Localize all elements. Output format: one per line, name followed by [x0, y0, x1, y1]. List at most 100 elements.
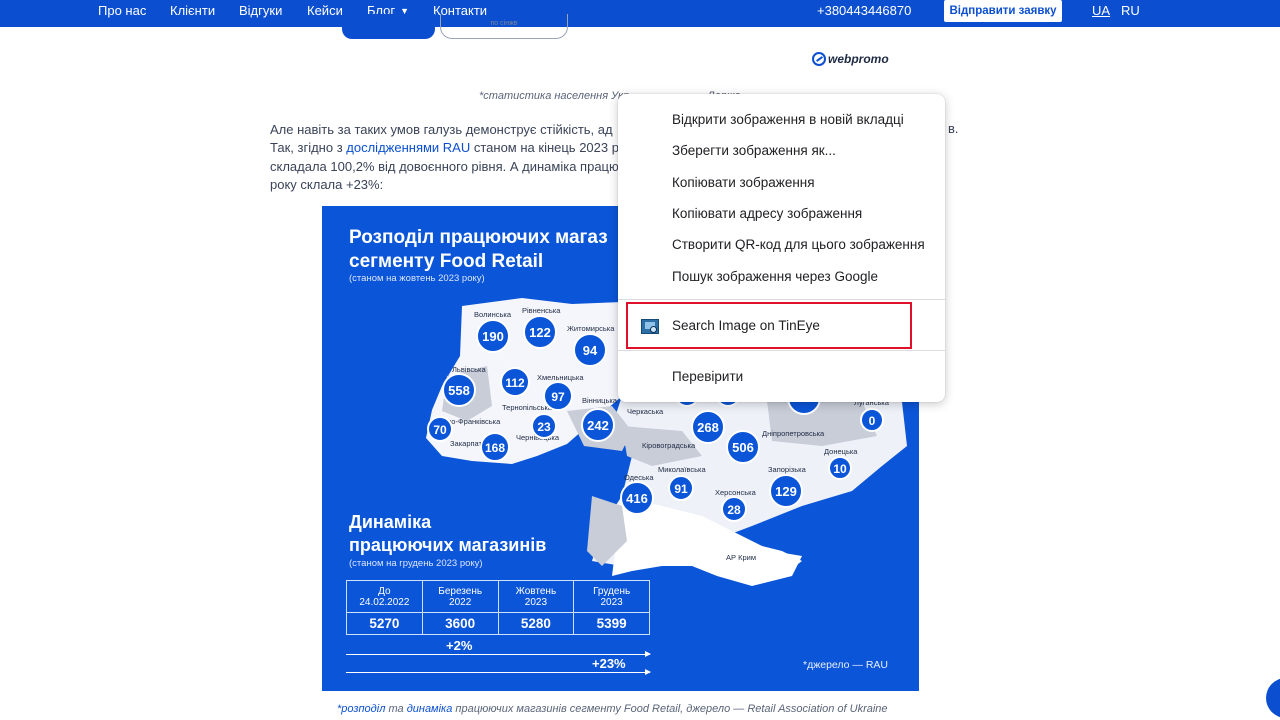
caption-text: працюючих магазинів сегменту Food Retail…: [452, 703, 888, 715]
table-header-cell: Жовтень 2023: [497, 580, 575, 613]
marker-zhytomyrska: 94: [573, 333, 607, 367]
marker-lvivska: 558: [442, 373, 476, 407]
table-cell: 5399: [573, 612, 650, 635]
rau-research-link[interactable]: дослідженнями RAU: [346, 140, 470, 155]
dynamics-link[interactable]: динаміка: [407, 703, 453, 715]
table-cell: 3600: [421, 612, 499, 635]
table-header-cell: До 24.02.2022: [346, 580, 423, 613]
marker-value: 242: [587, 418, 609, 433]
region-label: Дніпропетровська: [762, 429, 825, 438]
nav-about[interactable]: Про нас: [98, 3, 146, 18]
marker-value: 28: [727, 503, 741, 517]
table-header-row: До 24.02.2022 Березень 2022 Жовтень 2023 Гр…: [346, 580, 650, 613]
distribution-link[interactable]: *розподіл: [337, 703, 385, 715]
tineye-highlight-box: [626, 302, 912, 349]
dynamics-title-line: Динаміка: [349, 512, 432, 532]
marker-luhanska: 0: [860, 408, 884, 432]
marker-value: 91: [674, 482, 688, 496]
infographic-subtitle: (станом на жовтень 2023 року): [349, 273, 485, 284]
nav-cases[interactable]: Кейси: [307, 3, 343, 18]
region-label: Рівненська: [522, 306, 561, 315]
marker-khmelnytska: 97: [543, 381, 573, 411]
article-line-1-tail: в.: [948, 121, 959, 136]
marker-zakarpatska: 168: [480, 432, 510, 462]
table-row: 5270 3600 5280 5399: [346, 612, 650, 635]
marker-mykolaivska: 91: [668, 475, 694, 501]
infographic-caption: *розподіл та динаміка працюючих магазині…: [337, 703, 888, 715]
marker-value: 10: [833, 462, 847, 476]
growth-arrow-icon: [346, 669, 651, 675]
population-caption: *статистика населення Укр: [479, 90, 629, 102]
region-label: Волинська: [474, 310, 512, 319]
marker-value: 168: [485, 441, 505, 455]
marker-value: 70: [433, 423, 447, 437]
marker-rivnenska: 122: [523, 315, 557, 349]
menu-save-image-as[interactable]: Зберегти зображення як...: [618, 136, 945, 166]
context-menu: Відкрити зображення в новій вкладці Збер…: [618, 94, 945, 402]
page: Про нас Клієнти Відгуки Кейси Блог ▼ Конт…: [0, 0, 1280, 720]
marker-value: 129: [775, 484, 797, 499]
stores-dynamics-table: До 24.02.2022 Березень 2022 Жовтень 2023 Гр…: [346, 580, 650, 635]
marker-value: 268: [697, 420, 719, 435]
growth-2pct: +2%: [446, 638, 473, 653]
dynamics-subtitle: (станом на грудень 2023 року): [349, 558, 483, 569]
region-label: Житомирська: [567, 324, 615, 333]
menu-open-image-new-tab[interactable]: Відкрити зображення в новій вкладці: [618, 105, 945, 135]
lang-ru[interactable]: RU: [1121, 3, 1140, 18]
caption-text: та: [385, 703, 407, 715]
marker-kirovohradska: 268: [691, 410, 725, 444]
header-line: Жовтень: [515, 585, 557, 597]
region-label: АР Крим: [726, 553, 756, 562]
region-label: Кіровоградська: [642, 441, 696, 450]
article-text: станом на кінець 2023 р: [470, 140, 619, 156]
partial-secondary-button[interactable]: по сінжв: [440, 14, 568, 39]
marker-value: 558: [448, 383, 470, 398]
lang-ua[interactable]: UA: [1092, 3, 1110, 18]
source-note: *джерело — RAU: [803, 659, 888, 671]
marker-value: 0: [869, 414, 876, 428]
dynamics-title: Динаміка працюючих магазинів: [349, 511, 546, 557]
marker-volynska: 190: [476, 319, 510, 353]
menu-create-qr-code[interactable]: Створити QR-код для цього зображення: [618, 230, 945, 260]
table-cell: 5270: [346, 612, 423, 635]
partial-primary-button[interactable]: [342, 14, 435, 39]
nav-reviews[interactable]: Відгуки: [239, 3, 282, 18]
nav-clients[interactable]: Клієнти: [170, 3, 215, 18]
marker-value: 122: [529, 325, 551, 340]
marker-ternopilska: 112: [500, 367, 530, 397]
partial-button-text: по сінжв: [490, 20, 518, 27]
menu-divider: [618, 350, 945, 351]
dynamics-title-line: працюючих магазинів: [349, 535, 547, 555]
region-label: Львівська: [452, 365, 486, 374]
article-text: Так, згідно з: [270, 140, 347, 156]
region-label: Хмельницька: [537, 373, 584, 382]
region-label: Черкаська: [627, 407, 664, 416]
marker-chernivetska: 23: [531, 413, 557, 439]
menu-copy-image-address[interactable]: Копіювати адресу зображення: [618, 199, 945, 229]
table-cell: 5280: [497, 612, 575, 635]
header-line: 2023: [600, 596, 623, 608]
region-label: Донецька: [824, 447, 858, 456]
marker-value: 416: [626, 491, 648, 506]
menu-inspect[interactable]: Перевірити: [618, 362, 945, 392]
marker-donetska: 10: [828, 456, 852, 480]
menu-search-google[interactable]: Пошук зображення через Google: [618, 262, 945, 292]
caption-text: *статистика населення Укр: [479, 90, 630, 102]
marker-odeska: 416: [620, 481, 654, 515]
region-label: Вінницька: [582, 396, 618, 405]
marker-value: 190: [482, 329, 504, 344]
marker-zaporizka: 129: [769, 474, 803, 508]
marker-dnipropetrovska: 506: [726, 430, 760, 464]
region-label: Одеська: [624, 473, 654, 482]
marker-ivano-frankivska: 70: [427, 416, 453, 442]
top-navigation: Про нас Клієнти Відгуки Кейси Блог ▼ Конт…: [0, 0, 1280, 27]
send-request-button[interactable]: Відправити заявку: [944, 0, 1062, 22]
region-label: Запорізька: [768, 465, 807, 474]
region-label: Тернопільська: [502, 403, 553, 412]
phone-link[interactable]: +380443446870: [817, 3, 911, 18]
growth-arrow-icon: [346, 651, 651, 657]
marker-value: 112: [505, 376, 525, 390]
chat-button[interactable]: [1266, 678, 1280, 718]
menu-copy-image[interactable]: Копіювати зображення: [618, 168, 945, 198]
header-line: Березень: [438, 585, 483, 597]
